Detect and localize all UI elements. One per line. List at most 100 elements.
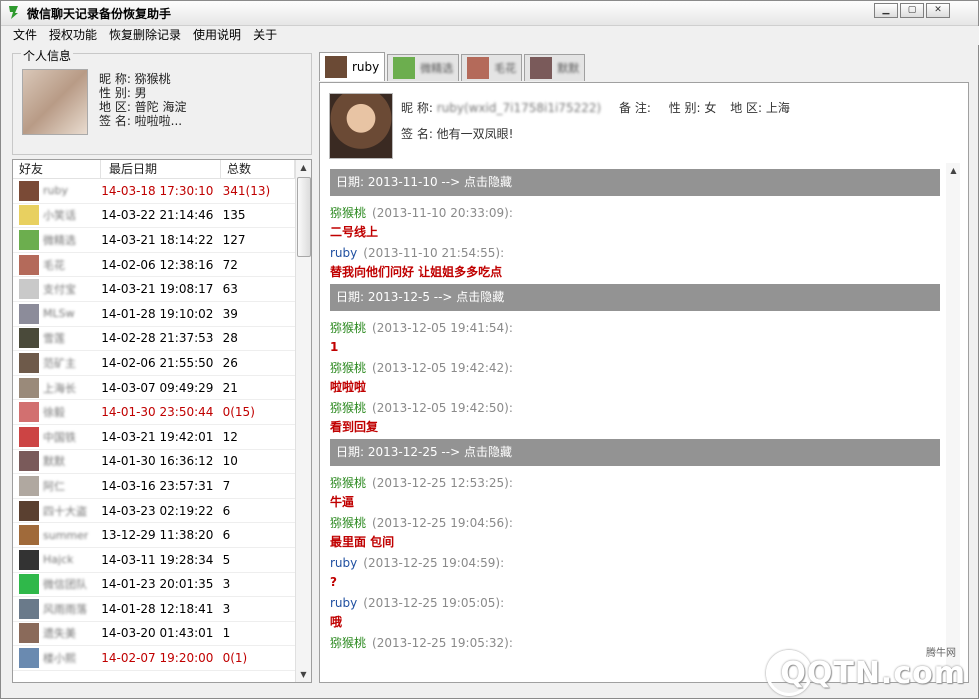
friend-row[interactable]: 毛花 14-02-06 12:38:16 72 xyxy=(13,253,295,278)
friend-row[interactable]: ruby 14-03-18 17:30:10 341(13) xyxy=(13,179,295,204)
message-time: (2013-12-05 19:42:50): xyxy=(372,401,513,415)
friend-last-date: 13-12-29 11:38:20 xyxy=(101,528,214,543)
maximize-button[interactable]: ▢ xyxy=(900,3,924,18)
message-sender: 猕猴桃 xyxy=(330,476,367,490)
friend-cell: 中国铁 xyxy=(13,426,99,447)
message-text: 1 xyxy=(330,340,339,354)
friend-row[interactable]: 中国铁 14-03-21 19:42:01 12 xyxy=(13,425,295,450)
message-header: 猕猴桃 (2013-12-25 19:04:56): xyxy=(330,514,940,532)
menu-file[interactable]: 文件 xyxy=(7,26,43,45)
friend-name: 上海长 xyxy=(43,381,76,395)
menu-recover-deleted[interactable]: 恢复删除记录 xyxy=(103,26,187,45)
friend-name: 微精选 xyxy=(43,233,76,247)
friend-last-date: 14-03-23 02:19:22 xyxy=(101,503,214,518)
friend-row[interactable]: 微信团队 14-01-23 20:01:35 3 xyxy=(13,573,295,598)
date-separator[interactable]: 日期: 2013-11-10 --> 点击隐藏 xyxy=(330,169,940,196)
friend-row[interactable]: 遗失美 14-03-20 01:43:01 1 xyxy=(13,622,295,647)
friend-avatar xyxy=(19,303,39,324)
friend-name: 默默 xyxy=(43,455,65,469)
friend-name: 微信团队 xyxy=(43,578,87,592)
friend-last-date: 14-03-21 19:42:01 xyxy=(101,429,214,444)
tab-label: 毛花 xyxy=(494,62,517,75)
message-time: (2013-12-25 19:04:59): xyxy=(363,556,505,570)
message-sender: 猕猴桃 xyxy=(330,206,367,220)
friend-cell: 四十大盗 xyxy=(13,500,99,521)
chat-scrollbar[interactable]: ▲ xyxy=(946,163,960,667)
message-text: 最里面 包间 xyxy=(330,535,395,549)
date-separator[interactable]: 日期: 2013-12-25 --> 点击隐藏 xyxy=(330,439,940,466)
friend-row[interactable]: 微精选 14-03-21 18:14:22 127 xyxy=(13,228,295,253)
friend-list-scrollbar[interactable]: ▲ ▼ xyxy=(295,160,311,682)
message-sender: 猕猴桃 xyxy=(330,401,367,415)
message-text: 哦 xyxy=(330,615,343,629)
friend-cell: summer xyxy=(13,525,99,546)
friend-last-date: 14-03-22 21:14:46 xyxy=(101,208,214,223)
message-time: (2013-12-05 19:41:54): xyxy=(372,321,513,335)
title-bar[interactable]: 微信聊天记录备份恢复助手 ▁ ▢ ✕ xyxy=(1,1,978,26)
friend-last-date: 14-03-16 23:57:31 xyxy=(101,478,214,493)
friend-avatar xyxy=(19,180,39,201)
friend-message-count: 39 xyxy=(222,306,238,321)
friend-row[interactable]: 支付宝 14-03-21 19:08:17 63 xyxy=(13,277,295,302)
message-time: (2013-11-10 21:54:55): xyxy=(363,246,505,260)
message-sender: 猕猴桃 xyxy=(330,636,367,650)
friend-row[interactable]: 四十大盗 14-03-23 02:19:22 6 xyxy=(13,499,295,524)
close-button[interactable]: ✕ xyxy=(926,3,950,18)
scroll-thumb[interactable] xyxy=(297,177,311,257)
scroll-up-arrow-icon[interactable]: ▲ xyxy=(296,160,311,175)
friend-row[interactable]: summer 13-12-29 11:38:20 6 xyxy=(13,523,295,548)
friend-message-count: 3 xyxy=(222,601,231,616)
chat-scroll-up-arrow-icon[interactable]: ▲ xyxy=(946,163,961,178)
friend-name: 风雨雨落 xyxy=(43,602,87,616)
friend-row[interactable]: 楼小熙 14-02-07 19:20:00 0(1) xyxy=(13,646,295,671)
friend-name: ruby xyxy=(43,184,68,198)
scroll-down-arrow-icon[interactable]: ▼ xyxy=(296,667,311,682)
friend-avatar xyxy=(19,279,39,300)
menu-license[interactable]: 授权功能 xyxy=(43,26,103,45)
friend-row[interactable]: MLSw 14-01-28 19:10:02 39 xyxy=(13,302,295,327)
minimize-button[interactable]: ▁ xyxy=(874,3,898,18)
profile-legend: 个人信息 xyxy=(21,47,74,64)
message-text: 看到回复 xyxy=(330,420,379,434)
message-header: 猕猴桃 (2013-12-05 19:41:54): xyxy=(330,319,940,337)
tab-avatar xyxy=(467,57,490,79)
friend-row[interactable]: 徐毅 14-01-30 23:50:44 0(15) xyxy=(13,400,295,425)
friend-row[interactable]: 默默 14-01-30 16:36:12 10 xyxy=(13,450,295,475)
menu-help[interactable]: 使用说明 xyxy=(187,26,247,45)
friend-row[interactable]: Hajck 14-03-11 19:28:34 5 xyxy=(13,548,295,573)
friend-last-date: 14-01-28 12:18:41 xyxy=(101,601,214,616)
friend-row[interactable]: 小笑话 14-03-22 21:14:46 135 xyxy=(13,204,295,229)
col-header-friend[interactable]: 好友 xyxy=(13,160,101,178)
friend-row[interactable]: 上海长 14-03-07 09:49:29 21 xyxy=(13,376,295,401)
friend-avatar xyxy=(19,549,39,570)
col-header-last-date[interactable]: 最后日期 xyxy=(101,160,221,178)
friend-avatar xyxy=(19,451,39,472)
friend-cell: MLSw xyxy=(13,303,99,324)
friend-cell: 楼小熙 xyxy=(13,648,99,669)
friend-row[interactable]: 范矿主 14-02-06 21:55:50 26 xyxy=(13,351,295,376)
friend-row[interactable]: 风雨雨落 14-01-28 12:18:41 3 xyxy=(13,597,295,622)
col-header-count[interactable]: 总数 xyxy=(221,160,295,178)
menu-about[interactable]: 关于 xyxy=(247,26,283,45)
chat-tab[interactable]: ruby xyxy=(319,52,386,81)
message-text: 牛逼 xyxy=(330,495,355,509)
friend-message-count: 28 xyxy=(222,331,238,346)
friend-cell: Hajck xyxy=(13,549,99,570)
friend-row[interactable]: 雪莲 14-02-28 21:37:53 28 xyxy=(13,327,295,352)
friend-name: 毛花 xyxy=(43,258,65,272)
contact-avatar xyxy=(329,93,393,159)
friend-name: 遗失美 xyxy=(43,627,76,641)
friend-name: 范矿主 xyxy=(43,356,76,370)
date-separator[interactable]: 日期: 2013-12-5 --> 点击隐藏 xyxy=(330,284,940,311)
friend-row[interactable]: 阿仁 14-03-16 23:57:31 7 xyxy=(13,474,295,499)
chat-tab[interactable]: 毛花 xyxy=(461,54,523,81)
chat-tab[interactable]: 默默 xyxy=(524,54,586,81)
message-header: 猕猴桃 (2013-12-25 12:53:25): xyxy=(330,474,940,492)
friend-message-count: 3 xyxy=(222,577,231,592)
friend-list[interactable]: 好友 最后日期 总数 ruby 14-03-18 17:30:10 341(13) 小… xyxy=(12,159,312,683)
message-sender: ruby xyxy=(330,596,358,610)
chat-pane: 昵 称: ruby(wxid_7i1758i1i75222) 备 注: 性 别:… xyxy=(319,82,969,683)
message-sender: ruby xyxy=(330,246,358,260)
app-window: 微信聊天记录备份恢复助手 ▁ ▢ ✕ 文件 授权功能 恢复删除记录 使用说明 关… xyxy=(0,0,979,699)
chat-tab[interactable]: 微精选 xyxy=(387,54,460,81)
